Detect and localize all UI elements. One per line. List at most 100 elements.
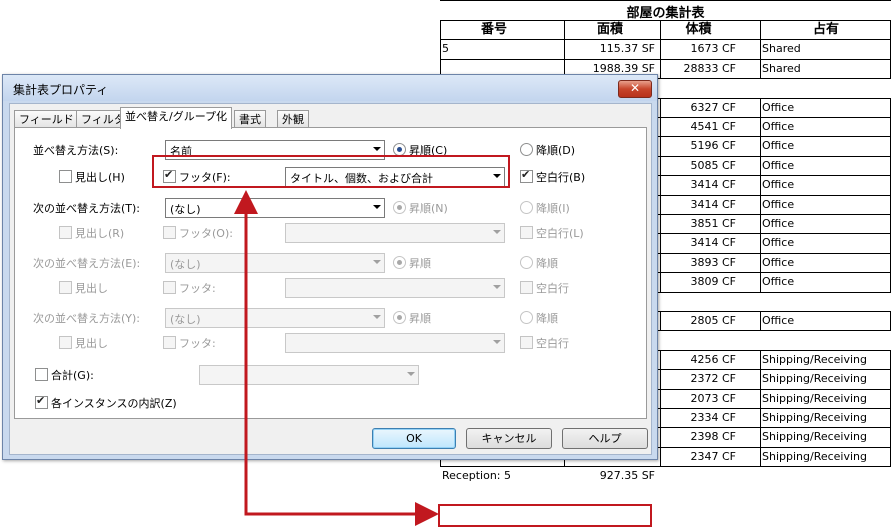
header-cell: 番号 [480,22,507,37]
table-cell-volume: 3414 CF [690,178,737,192]
sort4-descending-radio[interactable] [520,311,533,324]
table-cell-volume: 6327 CF [690,100,737,114]
table-rule [890,97,891,292]
then-by-select-3[interactable]: (なし) [165,308,385,328]
sort2-descending-label: 降順(I) [536,202,570,215]
sort3-footer-label: フッタ: [179,282,216,295]
table-cell-area: 115.37 SF [599,42,655,56]
table-rule [890,349,891,467]
tab-fields[interactable]: フィールド [14,110,79,128]
itemize-label: 各インスタンスの内訳(Z) [51,397,177,410]
dialog-titlebar[interactable]: 集計表プロパティ ✕ [3,75,657,101]
then-by-value-2: (なし) [170,258,201,271]
tab-appearance[interactable]: 外観 [277,110,309,128]
sort4-footer-checkbox[interactable] [163,336,176,349]
sort4-header-checkbox[interactable] [59,336,72,349]
sort2-footer-checkbox[interactable] [163,226,176,239]
itemize-checkbox[interactable]: ✔ [35,394,48,409]
sort2-descending-radio[interactable] [520,201,533,214]
table-cell-occ: Office [762,139,795,153]
grand-total-select[interactable] [199,365,419,385]
sort3-blank-line-checkbox[interactable] [520,281,533,294]
then-by-value-1: (なし) [170,203,201,216]
table-row: 5 115.37 SF 1673 CF Shared [440,39,891,58]
then-by-label-3: 次の並べ替え方法(Y): [33,312,141,325]
table-cell-volume: 28833 CF [683,61,737,75]
table-cell-volume: 3414 CF [690,236,737,250]
sort4-footer-select[interactable] [285,333,505,353]
sort3-blank-line-label: 空白行 [536,282,569,295]
table-cell-volume: 1673 CF [690,42,737,56]
sort4-blank-line-label: 空白行 [536,337,569,350]
sort4-ascending-radio[interactable] [393,311,406,324]
sort3-footer-checkbox[interactable] [163,281,176,294]
sort2-ascending-radio[interactable] [393,201,406,214]
table-rule [760,20,761,78]
sort4-blank-line-checkbox[interactable] [520,336,533,349]
help-button[interactable]: ヘルプ [562,428,648,449]
table-cell-occ: Shipping/Receiving [762,372,867,386]
sort3-descending-radio[interactable] [520,256,533,269]
sort4-footer-label: フッタ: [179,337,216,350]
table-rule [564,20,565,78]
table-rule [660,97,661,292]
sort2-blank-line-label: 空白行(L) [536,227,584,240]
table-cell-volume: 5196 CF [690,139,737,153]
table-cell-occ: Shipping/Receiving [762,352,867,366]
sort2-blank-line-checkbox[interactable] [520,226,533,239]
header-cell: 体積 [685,22,712,37]
footer-row-highlight [438,504,652,527]
tab-formatting[interactable]: 書式 [234,110,266,128]
table-cell-volume [661,330,736,349]
tab-sorting-grouping[interactable]: 並べ替え/グループ化 [120,107,233,129]
sort4-header-label: 見出し [75,337,108,350]
table-cell-volume [661,292,736,311]
then-by-select-1[interactable]: (なし) [165,198,385,218]
table-cell-occ: Office [762,255,795,269]
sort3-ascending-radio[interactable] [393,256,406,269]
sort3-descending-label: 降順 [536,257,558,270]
table-cell-occ: Shipping/Receiving [762,430,867,444]
sort2-footer-select[interactable] [285,223,505,243]
table-cell-volume: 2334 CF [690,411,737,424]
sort1-header-checkbox[interactable] [59,170,72,183]
table-rule [660,20,661,78]
sort1-header-label: 見出し(H) [75,171,125,184]
chevron-down-icon [493,340,501,344]
cancel-button[interactable]: キャンセル [466,428,552,449]
table-cell-occ [762,330,890,349]
grand-total-checkbox[interactable] [35,368,48,381]
sort1-blank-line-checkbox[interactable]: ✔ [520,168,533,183]
chevron-down-icon [373,315,381,319]
sort1-descending-radio[interactable] [520,143,533,156]
table-cell-occ [762,78,890,97]
chevron-down-icon [493,230,501,234]
sort2-header-checkbox[interactable] [59,226,72,239]
sort3-footer-select[interactable] [285,278,505,298]
close-button[interactable]: ✕ [618,80,652,98]
table-rule [660,311,661,331]
chevron-down-icon [493,285,501,289]
table-cell-occ: Shipping/Receiving [762,411,867,424]
table-cell-volume: 4541 CF [690,120,737,133]
table-cell-volume: 2805 CF [690,314,737,327]
then-by-label-1: 次の並べ替え方法(T): [33,202,141,215]
chevron-down-icon [373,147,381,151]
table-rule [440,0,891,1]
table-footer-row: Reception: 5 927.35 SF [440,466,891,485]
table-cell-occ: Office [762,178,795,192]
sort2-header-label: 見出し(R) [75,227,125,240]
table-cell-volume [661,78,736,97]
footer-area: 927.35 SF [599,469,655,483]
table-cell-occ: Shipping/Receiving [762,391,867,405]
ok-button[interactable]: OK [372,428,456,449]
chevron-down-icon [373,205,381,209]
then-by-select-2[interactable]: (なし) [165,253,385,273]
table-cell-num: 5 [442,42,449,56]
checkmark-icon: ✔ [36,394,46,407]
footer-label: Reception: 5 [442,469,511,483]
sort3-header-checkbox[interactable] [59,281,72,294]
sort4-ascending-label: 昇順 [409,312,431,325]
table-cell-volume: 4256 CF [690,352,737,366]
table-rule [760,349,761,467]
